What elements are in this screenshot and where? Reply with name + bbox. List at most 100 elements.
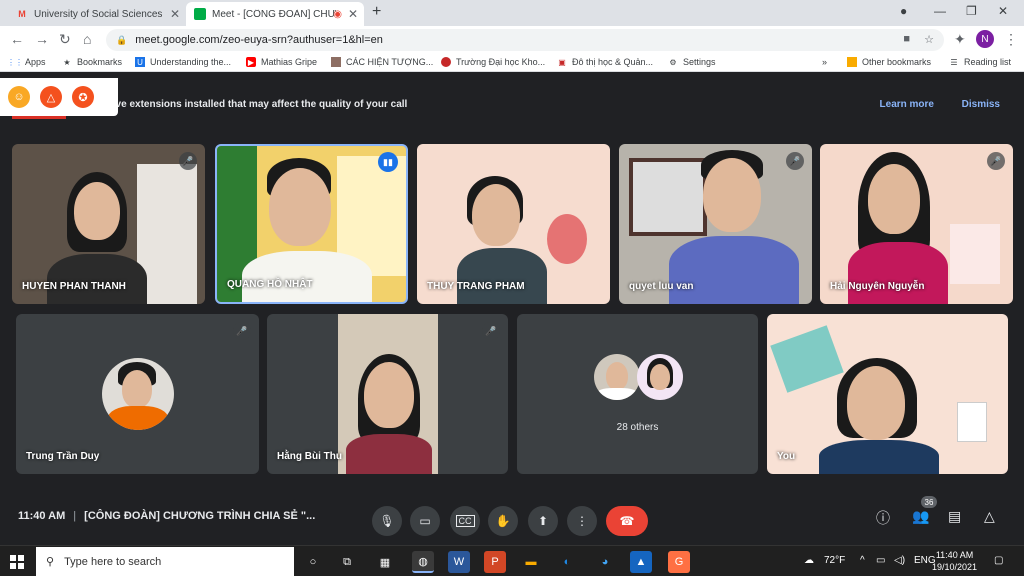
bookmark-favicon-icon bbox=[441, 57, 451, 67]
close-tab-icon[interactable]: ✕ bbox=[170, 7, 180, 21]
other-bookmarks[interactable]: Other bookmarks bbox=[847, 57, 931, 67]
store-icon[interactable]: ▦ bbox=[374, 551, 396, 573]
meeting-title: [CÔNG ĐOÀN] CHƯƠNG TRÌNH CHIA SẺ "... bbox=[84, 510, 316, 522]
participant-face bbox=[868, 164, 920, 234]
participant-tile[interactable]: 🎤 Hải Nguyên Nguyễn bbox=[820, 144, 1013, 304]
address-bar[interactable]: 🔒 meet.google.com/zeo-euya-srn?authuser=… bbox=[106, 29, 944, 51]
participant-tile[interactable]: 🎤 Trung Trần Duy bbox=[16, 314, 259, 474]
reload-icon[interactable]: ↻ bbox=[59, 31, 71, 48]
extension-triangle-icon[interactable]: △ bbox=[40, 86, 62, 108]
app-icon[interactable]: G bbox=[668, 551, 690, 573]
minimize-button[interactable]: — bbox=[934, 4, 946, 18]
present-button[interactable]: ⬆ bbox=[528, 506, 558, 536]
bookmark-label: CÁC HIỆN TƯỢNG... bbox=[346, 57, 434, 67]
clock-time: 11:40 AM bbox=[935, 550, 974, 560]
participant-tile[interactable]: 🎤 quyet luu van bbox=[619, 144, 812, 304]
meeting-details-icon[interactable]: ⓘ bbox=[876, 508, 890, 528]
new-tab-button[interactable]: + bbox=[372, 3, 381, 21]
bookmark-label: Đô thị học & Quản... bbox=[572, 57, 654, 67]
mic-off-icon: 🎤 bbox=[987, 152, 1005, 170]
raise-hand-button[interactable]: ✋ bbox=[488, 506, 518, 536]
extension-star-icon[interactable]: ✪ bbox=[72, 86, 94, 108]
extensions-icon[interactable]: ✦ bbox=[954, 31, 966, 48]
bookmark-do-thi-hoc[interactable]: ▣ Đô thị học & Quản... bbox=[557, 57, 653, 67]
weather-icon[interactable]: ☁ bbox=[804, 555, 814, 566]
captions-button[interactable]: CC bbox=[450, 506, 480, 536]
tab-meet[interactable]: Meet - [CÔNG ĐOÀN] CHƯC ◉ ✕ bbox=[186, 2, 364, 26]
bookmark-favicon-icon: U bbox=[135, 57, 145, 67]
volume-icon[interactable]: ◁) bbox=[894, 555, 905, 566]
temperature[interactable]: 72°F bbox=[824, 555, 845, 566]
poster-decoration bbox=[770, 325, 844, 393]
messenger-icon[interactable]: ◕ bbox=[594, 551, 616, 573]
participant-tile[interactable]: 🎤 Hằng Bùi Thu bbox=[267, 314, 508, 474]
more-options-button[interactable]: ⋮ bbox=[567, 506, 597, 536]
bookmark-settings[interactable]: ⚙ Settings bbox=[668, 57, 715, 67]
notifications-icon[interactable]: ▢ bbox=[994, 555, 1003, 566]
self-view-tile[interactable]: You bbox=[767, 314, 1008, 474]
participant-face bbox=[703, 158, 761, 232]
bookmarks-overflow-button[interactable]: » bbox=[822, 57, 827, 67]
forward-icon[interactable]: → bbox=[35, 31, 49, 47]
others-tile[interactable]: 28 others bbox=[517, 314, 758, 474]
menu-icon[interactable]: ⋮ bbox=[1004, 31, 1018, 48]
chat-icon[interactable]: ▤ bbox=[948, 508, 961, 525]
tab-search-icon[interactable]: ● bbox=[900, 4, 907, 18]
participant-body bbox=[346, 434, 432, 474]
tray-chevron-icon[interactable]: ^ bbox=[860, 555, 865, 566]
windows-taskbar: ⚲ Type here to search ○ ⧉ ▦ ◍ W P ▬ ◐ ◕ … bbox=[0, 545, 1024, 576]
restore-button[interactable]: ❐ bbox=[966, 4, 977, 18]
bookmark-apps[interactable]: ⋮⋮ Apps bbox=[7, 57, 46, 67]
edge-icon[interactable]: ◐ bbox=[556, 551, 578, 573]
chrome-icon[interactable]: ◍ bbox=[412, 551, 434, 573]
reading-list[interactable]: ☰ Reading list bbox=[949, 57, 1011, 67]
more-vert-icon: ⋮ bbox=[576, 514, 588, 528]
file-explorer-icon[interactable]: ▬ bbox=[520, 551, 542, 573]
extension-badge-icon[interactable]: ☺ bbox=[8, 86, 30, 108]
avatar-face bbox=[650, 364, 670, 390]
photos-icon[interactable]: ▲ bbox=[630, 551, 652, 573]
profile-avatar[interactable]: N bbox=[976, 30, 994, 48]
powerpoint-icon[interactable]: P bbox=[484, 551, 506, 573]
end-call-button[interactable]: ☎ bbox=[606, 506, 648, 536]
tab-university[interactable]: M University of Social Sciences and ✕ bbox=[8, 2, 186, 26]
participant-tile[interactable]: 🎤 HUYEN PHAN THANH bbox=[12, 144, 205, 304]
network-icon[interactable]: ▭ bbox=[876, 555, 885, 566]
participant-tile[interactable]: THUY TRANG PHAM bbox=[417, 144, 610, 304]
task-view-icon[interactable]: ⧉ bbox=[336, 551, 358, 573]
word-icon[interactable]: W bbox=[448, 551, 470, 573]
meet-window: ave extensions installed that may affect… bbox=[0, 73, 1024, 545]
activities-icon[interactable]: △ bbox=[984, 508, 995, 525]
back-icon[interactable]: ← bbox=[10, 31, 24, 47]
bookmark-truong-dai-hoc[interactable]: Trường Đại học Kho... bbox=[441, 57, 545, 67]
speaking-indicator-icon: ▮▮ bbox=[378, 152, 398, 172]
learn-more-link[interactable]: Learn more bbox=[880, 99, 934, 110]
taskbar-clock[interactable]: 11:40 AM 19/10/2021 bbox=[932, 549, 977, 573]
close-window-button[interactable]: ✕ bbox=[998, 4, 1008, 18]
mic-off-icon: 🎤 bbox=[786, 152, 804, 170]
bookmark-mathias[interactable]: ▶ Mathias Gripe bbox=[246, 57, 317, 67]
bookmark-label: Understanding the... bbox=[150, 57, 232, 67]
bookmark-hien-tuong[interactable]: CÁC HIỆN TƯỢNG... bbox=[331, 57, 433, 67]
bookmark-label: Trường Đại học Kho... bbox=[456, 57, 546, 67]
participant-name: QUANG HỒ NHẬT bbox=[227, 279, 313, 290]
participant-avatar bbox=[102, 358, 174, 430]
youtube-icon: ▶ bbox=[246, 57, 256, 67]
cortana-icon[interactable]: ○ bbox=[302, 551, 324, 573]
bookmark-bookmarks[interactable]: ★ Bookmarks bbox=[62, 57, 122, 67]
camera-icon[interactable]: ■ bbox=[903, 33, 910, 45]
camera-button[interactable]: ▭ bbox=[410, 506, 440, 536]
participant-face bbox=[269, 168, 331, 246]
bookmark-label: Bookmarks bbox=[77, 57, 123, 67]
star-icon[interactable]: ☆ bbox=[924, 33, 934, 46]
people-icon[interactable]: 👥 bbox=[912, 508, 929, 525]
close-tab-icon[interactable]: ✕ bbox=[348, 7, 358, 21]
clock-date: 19/10/2021 bbox=[932, 562, 978, 572]
bookmark-understanding[interactable]: U Understanding the... bbox=[135, 57, 231, 67]
dismiss-button[interactable]: Dismiss bbox=[962, 99, 1000, 110]
participant-tile-speaking[interactable]: ▮▮ QUANG HỒ NHẬT bbox=[215, 144, 408, 304]
windows-start-icon[interactable] bbox=[10, 555, 24, 569]
taskbar-search-box[interactable]: ⚲ Type here to search bbox=[36, 547, 294, 576]
microphone-button[interactable]: 🎙 bbox=[372, 506, 402, 536]
home-icon[interactable]: ⌂ bbox=[83, 31, 91, 47]
